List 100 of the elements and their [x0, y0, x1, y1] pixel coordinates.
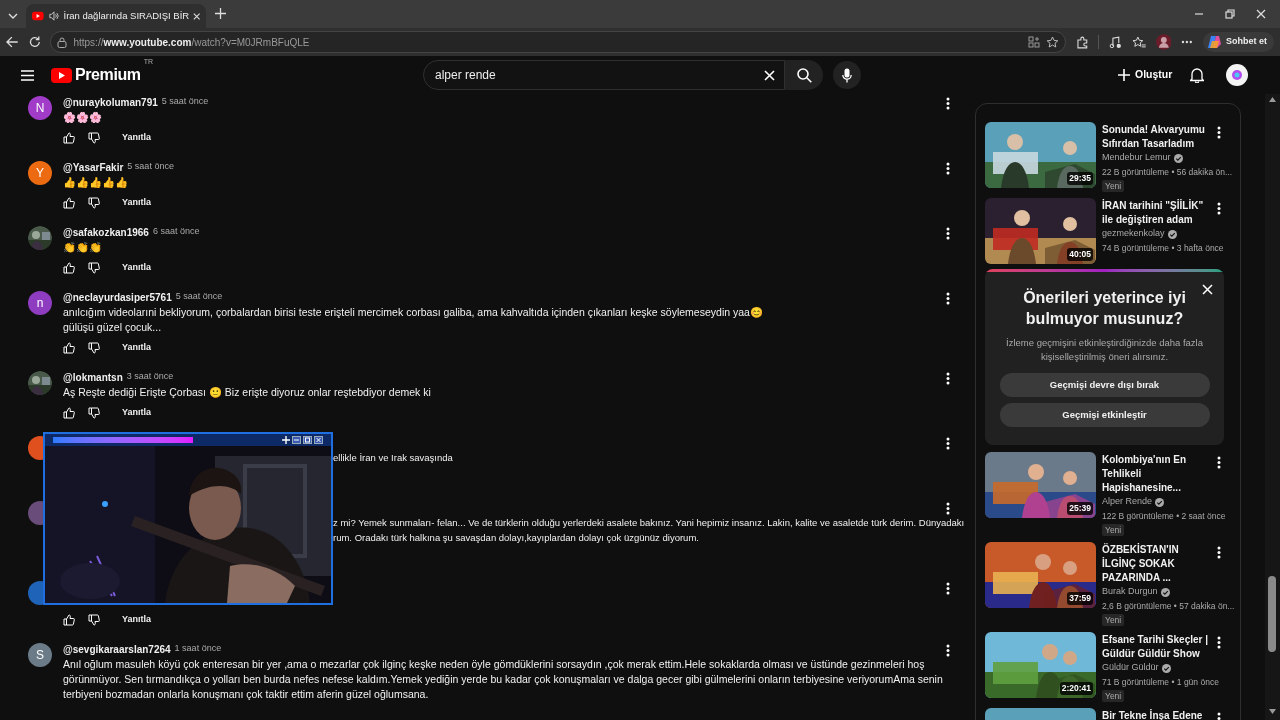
scroll-down-icon[interactable]	[1269, 709, 1276, 714]
chat-button[interactable]: Sohbet et	[1203, 32, 1274, 52]
like-icon[interactable]	[63, 132, 75, 144]
reply-button[interactable]: Yanıtla	[122, 406, 151, 420]
bell-icon[interactable]	[1190, 67, 1204, 83]
comment-time[interactable]: 5 saat önce	[127, 160, 174, 174]
more-icon[interactable]	[946, 372, 950, 385]
logo-text[interactable]: Premium	[75, 63, 141, 87]
dislike-icon[interactable]	[88, 197, 100, 209]
reply-button[interactable]: Yanıtla	[122, 341, 151, 355]
comment-author[interactable]: @YasarFakir	[63, 159, 124, 175]
duration-label: 2:20:41	[1059, 682, 1093, 695]
comment-author[interactable]: @neclayurdasiper5761	[63, 289, 172, 305]
history-button[interactable]: Geçmişi devre dışı bırak	[999, 373, 1210, 397]
more-icon[interactable]	[946, 644, 950, 657]
clear-icon[interactable]	[764, 69, 775, 81]
video-title[interactable]: ÖZBEKİSTAN'IN İLGİNÇ SOKAK PAZARINDA ...	[1102, 542, 1214, 585]
history-button[interactable]: Geçmişi etkinleştir	[999, 403, 1210, 427]
search-icon	[796, 67, 812, 83]
more-icon[interactable]	[1217, 126, 1221, 139]
video-title[interactable]: Sonunda! Akvaryumu Sıfırdan Tasarladım	[1102, 122, 1214, 151]
video-meta: 2,6 B görüntüleme • 57 dakika ön...	[1102, 600, 1235, 612]
more-icon[interactable]	[946, 162, 950, 175]
speaker-icon[interactable]	[48, 10, 59, 22]
more-icon[interactable]	[1217, 636, 1221, 649]
video-title[interactable]: Efsane Tarihi Skeçler | Güldür Güldür Show	[1102, 632, 1214, 661]
dislike-icon[interactable]	[88, 614, 100, 626]
new-tab-icon[interactable]	[215, 8, 226, 19]
prompt-title: Önerileri yeterince iyi bulmuyor musunuz?	[1022, 287, 1187, 329]
avatar: Y	[28, 161, 52, 185]
comment-time[interactable]: 3 saat önce	[126, 370, 174, 384]
prompt-description: İzleme geçmişini etkinleştirdiğinizde daha fazla kişiselleştirilmiş öneri alırsınız.	[1005, 336, 1204, 364]
like-icon[interactable]	[63, 407, 75, 419]
comment-text: 👍👍👍👍👍	[63, 175, 129, 190]
comment-text: 🌸🌸🌸	[63, 110, 103, 125]
video-title[interactable]: İRAN tarihini "ŞİİLİK" ile değiştiren adam	[1102, 198, 1214, 227]
more-icon[interactable]	[946, 97, 950, 110]
comment-text: Aş Reşte dediği Erişte Çorbası 🙂 Biz erişte diyoruz onlar reştebdiyor demek ki	[63, 385, 432, 400]
like-icon[interactable]	[63, 262, 75, 274]
dislike-icon[interactable]	[88, 262, 100, 274]
more-icon[interactable]	[1217, 202, 1221, 215]
more-icon[interactable]	[1217, 546, 1221, 559]
like-icon[interactable]	[63, 614, 75, 626]
music-icon[interactable]	[1109, 35, 1122, 49]
menu-icon[interactable]	[21, 69, 34, 81]
like-icon[interactable]	[63, 342, 75, 354]
dislike-icon[interactable]	[88, 132, 100, 144]
profile-avatar[interactable]	[1155, 34, 1172, 50]
back-icon[interactable]	[6, 36, 19, 48]
comment-author[interactable]: @nuraykoluman791	[63, 94, 158, 110]
favorites-icon[interactable]	[1131, 35, 1146, 49]
account-avatar[interactable]	[1226, 64, 1248, 86]
scrollbar-thumb[interactable]	[1268, 576, 1276, 652]
channel-name[interactable]: Burak Durgun	[1102, 585, 1158, 599]
reply-button[interactable]: Yanıtla	[122, 196, 151, 210]
reply-button[interactable]: Yanıtla	[122, 613, 151, 627]
dislike-icon[interactable]	[88, 342, 100, 354]
more-icon[interactable]	[1217, 456, 1221, 469]
plus-icon[interactable]	[282, 436, 290, 444]
browser-tab[interactable]: İran dağlarında SIRADIŞI BİR	[26, 4, 206, 28]
restore-icon[interactable]	[1225, 9, 1235, 19]
comment-time[interactable]: 6 saat önce	[152, 225, 200, 239]
channel-name[interactable]: gezmekenkolay	[1102, 227, 1165, 241]
microphone-icon	[842, 67, 852, 83]
more-icon[interactable]	[1181, 40, 1193, 44]
comment-author[interactable]: @safakozkan1966	[63, 224, 149, 240]
dislike-icon[interactable]	[88, 407, 100, 419]
like-icon[interactable]	[63, 197, 75, 209]
reply-button[interactable]: Yanıtla	[122, 131, 151, 145]
comment-time[interactable]: 5 saat önce	[161, 95, 209, 109]
comment-author[interactable]: @lokmantsn	[63, 369, 123, 385]
comment-time[interactable]: 1 saat önce	[174, 642, 222, 656]
url-text: https://www.youtube.com/watch?v=M0JRmBFuQLE	[73, 35, 310, 50]
extension-icon[interactable]	[1075, 35, 1089, 49]
search-button[interactable]	[785, 60, 823, 90]
star-icon[interactable]	[1045, 35, 1059, 49]
comment-time[interactable]: 5 saat önce	[175, 290, 223, 304]
more-icon[interactable]	[946, 227, 950, 240]
logo-icon[interactable]	[51, 67, 72, 83]
more-icon[interactable]	[946, 437, 950, 450]
video-title[interactable]: Kolombiya'nın En Tehlikeli Hapishanesine...	[1102, 452, 1214, 495]
search-field[interactable]: alper rende	[423, 60, 785, 90]
more-icon[interactable]	[946, 582, 950, 595]
maximize-icon[interactable]	[303, 436, 312, 444]
channel-name[interactable]: Alper Rende	[1102, 495, 1153, 509]
scroll-up-icon[interactable]	[1269, 97, 1276, 102]
comment-author[interactable]: @sevgikaraarslan7264	[63, 641, 171, 657]
channel-name[interactable]: Güldür Güldür	[1102, 661, 1159, 675]
more-icon[interactable]	[946, 292, 950, 305]
channel-name[interactable]: Mendebur Lemur	[1102, 151, 1171, 165]
apps-icon[interactable]	[1027, 36, 1040, 48]
more-icon[interactable]	[946, 502, 950, 515]
plus-icon	[1118, 69, 1130, 81]
reply-button[interactable]: Yanıtla	[122, 261, 151, 275]
reload-icon[interactable]	[28, 36, 41, 48]
url-field[interactable]: https://www.youtube.com/watch?v=M0JRmBFuQLE	[50, 31, 1066, 53]
comment-text: 👏👏👏	[63, 240, 103, 255]
new-badge: Yeni	[1102, 524, 1125, 536]
create-button[interactable]: Oluştur	[1112, 63, 1179, 87]
voice-search-button[interactable]	[833, 61, 861, 89]
